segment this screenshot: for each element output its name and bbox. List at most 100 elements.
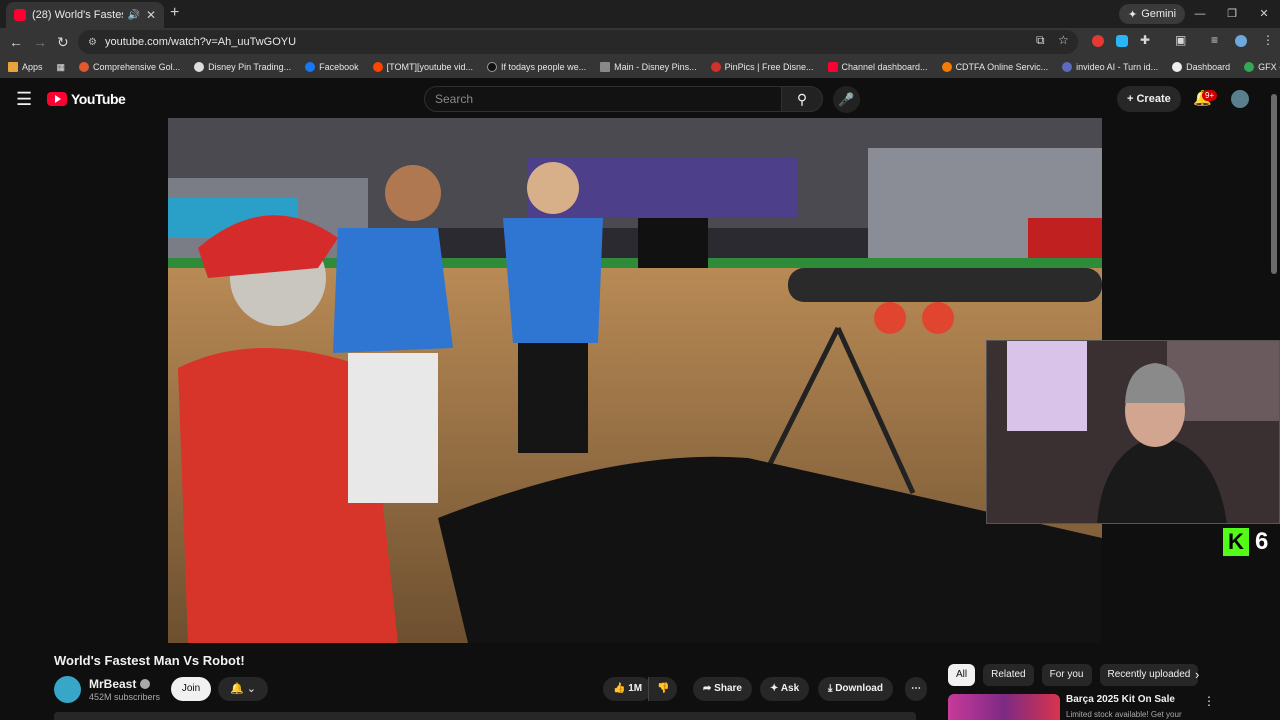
sparkle-icon: ✦ [1128,8,1138,21]
subscription-bell-button[interactable]: 🔔 ⌄ [218,677,268,701]
bookmark-star-icon[interactable]: ☆ [1058,33,1069,47]
speaker-icon[interactable]: 🔊 [127,10,139,21]
bookmark-item[interactable]: Channel dashboard... [827,62,928,72]
download-button[interactable]: ⤓ Download [818,677,893,701]
chip-for-you[interactable]: For you [1041,664,1092,686]
search-icon: ⚲ [796,91,808,107]
bookmark-item[interactable]: invideo AI - Turn id... [1062,62,1158,72]
create-label: Create [1136,93,1171,105]
channel-avatar[interactable] [54,676,81,703]
search-button[interactable]: ⚲ [781,86,823,112]
address-bar[interactable]: ⚙ youtube.com/watch?v=Ah_uuTwGOYU [78,30,1078,54]
url-text: youtube.com/watch?v=Ah_uuTwGOYU [104,36,297,48]
browser-tab[interactable]: (28) World's Fastest Man Vs 🔊 ✕ [6,2,164,28]
like-button[interactable]: 👍 1M [603,677,653,701]
hamburger-menu-icon[interactable]: ☰ [16,89,32,110]
extension-blue-icon[interactable] [1116,35,1128,47]
bookmark-item[interactable]: CDTFA Online Servic... [941,62,1048,72]
recommendation-subtitle: Limited stock available! Get your [1066,710,1182,719]
bookmark-item[interactable]: Comprehensive Gol... [79,62,180,72]
bookmarks-bar: Apps ▦ Comprehensive Gol... Disney Pin T… [0,56,1280,78]
voice-search-button[interactable]: 🎤 [833,86,860,113]
extension-red-icon[interactable] [1092,35,1104,47]
webcam-feed [987,341,1279,523]
create-button[interactable]: + Create [1117,86,1181,112]
youtube-logo[interactable]: YouTube [47,91,126,107]
facebook-icon [305,62,316,72]
logo-text: YouTube [71,91,126,107]
youtube-header: ☰ YouTube Search ⚲ 🎤 + Create 🔔 [0,80,1280,118]
thumbs-up-icon: 👍 [613,683,626,694]
thumbs-down-icon: 👎 [657,683,670,694]
dashboard-icon [1172,62,1183,72]
chip-related[interactable]: Related [983,664,1034,686]
video-player[interactable] [168,118,1102,643]
chip-all[interactable]: All [948,664,976,686]
bookmark-favicon-icon [79,62,90,72]
apps-grid-icon [8,62,18,72]
reddit-icon [372,62,383,72]
maximize-button[interactable]: ❐ [1216,0,1248,28]
account-avatar[interactable] [1231,90,1249,108]
back-button[interactable]: ← [9,34,23,50]
browser-menu-icon[interactable]: ⋮ [1262,33,1274,47]
join-button[interactable]: Join [171,677,211,701]
extensions-puzzle-icon[interactable]: ✚ [1140,33,1150,47]
download-icon: ⤓ [828,683,833,694]
sparkle-icon: ✦ [770,683,779,694]
google-drive-icon [1244,62,1255,72]
more-actions-button[interactable]: ⋯ [905,677,927,701]
description-box-edge[interactable] [54,712,916,720]
video-frame [168,118,1102,643]
gemini-button[interactable]: ✦ Gemini [1119,4,1186,24]
page-scrollbar[interactable] [1271,94,1277,274]
video-title: World's Fastest Man Vs Robot! [54,653,245,668]
subscriber-count: 452M subscribers [89,692,161,702]
side-panel-icon[interactable]: ▣ [1175,33,1186,47]
globe-icon [194,62,205,72]
bookmark-item[interactable]: GFX - Google Drive [1244,62,1280,72]
profile-avatar-icon[interactable] [1235,35,1247,47]
channel-name[interactable]: MrBeast [89,677,151,691]
recommendation-menu-icon[interactable]: ⋮ [1203,694,1215,708]
dislike-button[interactable]: 👎 [648,677,678,701]
bookmark-item[interactable]: Main - Disney Pins... [600,62,697,72]
recommendation-title[interactable]: Barça 2025 Kit On Sale [1066,694,1175,705]
ask-button[interactable]: ✦ Ask [760,677,810,701]
close-window-button[interactable]: ✕ [1248,0,1280,28]
forward-button[interactable]: → [33,34,47,50]
pinpics-icon [710,62,721,72]
window-controls: — ❐ ✕ [1184,0,1280,28]
tab-groups-icon[interactable]: ▦ [57,62,66,73]
cdtfa-icon [941,62,952,72]
tab-close-icon[interactable]: ✕ [146,8,156,22]
share-button[interactable]: ➦ Share [693,677,752,701]
kick-count: 6 [1255,528,1269,555]
tab-title: (28) World's Fastest Man Vs [32,9,123,21]
site-info-icon[interactable]: ⚙ [88,37,97,48]
bookmark-item[interactable]: PinPics | Free Disne... [710,62,814,72]
bookmark-item[interactable]: If todays people we... [487,62,586,72]
new-tab-button[interactable]: + [170,4,179,22]
install-app-icon[interactable]: ⧉ [1036,33,1045,48]
minimize-button[interactable]: — [1184,0,1216,28]
verified-check-icon [140,679,151,689]
reload-button[interactable]: ↻ [57,34,69,51]
recommendation-thumbnail[interactable] [948,694,1060,720]
bookmark-item[interactable]: Dashboard [1172,62,1230,72]
chip-recently-uploaded[interactable]: Recently uploaded [1099,664,1199,686]
bookmark-item[interactable]: [TOMT][youtube vid... [372,62,473,72]
search-input[interactable]: Search [424,86,782,112]
media-controls-icon[interactable]: ≡ [1211,33,1218,47]
chevron-right-icon[interactable]: › [1195,667,1199,682]
bookmark-item[interactable]: Disney Pin Trading... [194,62,291,72]
youtube-favicon-icon [14,9,26,21]
kick-logo-icon: K [1223,528,1249,556]
bookmark-item[interactable]: Facebook [305,62,359,72]
youtube-studio-icon [827,62,838,72]
bookmark-apps[interactable]: Apps [8,62,43,72]
gemini-label: Gemini [1141,8,1177,20]
invideo-icon [1062,62,1073,72]
youtube-play-icon [47,92,67,106]
folder-icon [600,62,611,72]
